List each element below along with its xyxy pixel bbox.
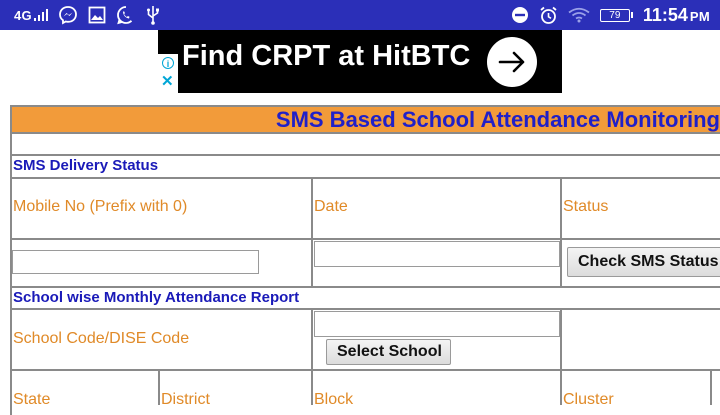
grid-line	[10, 286, 720, 288]
select-school-button[interactable]: Select School	[326, 339, 451, 365]
ad-info-icon[interactable]: i	[162, 57, 174, 69]
grid-line	[710, 369, 712, 405]
grid-line	[10, 177, 720, 179]
ad-banner[interactable]: i ✕ Find CRPT at HitBTC	[158, 30, 562, 93]
signal-icon: 4G	[14, 8, 48, 23]
ad-choices[interactable]: i ✕	[158, 54, 178, 93]
check-sms-status-button[interactable]: Check SMS Status	[567, 247, 720, 277]
clock-suffix: PM	[689, 8, 710, 24]
school-code-label: School Code/DISE Code	[13, 330, 190, 347]
report-section-heading: School wise Monthly Attendance Report	[13, 289, 300, 306]
date-input[interactable]	[314, 241, 560, 267]
grid-line	[560, 177, 562, 286]
battery-indicator: 79	[599, 8, 633, 22]
grid-line	[10, 132, 720, 134]
mobile-label: Mobile No (Prefix with 0)	[13, 198, 188, 215]
school-code-input[interactable]	[314, 311, 560, 337]
status-bar-right: 79 11:54 PM	[511, 0, 710, 30]
state-label: State	[13, 391, 51, 408]
ad-arrow-button[interactable]	[487, 37, 537, 87]
grid-line	[10, 369, 720, 371]
clock: 11:54 PM	[643, 5, 710, 26]
ad-headline[interactable]: Find CRPT at HitBTC	[182, 40, 470, 73]
battery-level: 79	[599, 8, 630, 22]
grid-line	[560, 308, 562, 405]
gallery-icon	[88, 6, 106, 24]
clock-time: 11:54	[642, 4, 688, 25]
messenger-icon	[58, 5, 78, 25]
wifi-icon	[568, 7, 590, 23]
grid-line	[158, 369, 160, 405]
page-title: SMS Based School Attendance Monitoring	[275, 107, 720, 132]
grid-line	[10, 154, 720, 156]
do-not-disturb-icon	[511, 6, 529, 24]
grid-line	[311, 308, 313, 405]
ad-close-icon[interactable]: ✕	[161, 74, 174, 89]
status-bar-left: 4G	[14, 0, 160, 30]
grid-line	[311, 177, 313, 286]
network-type: 4G	[14, 7, 32, 23]
mobile-input[interactable]	[12, 250, 259, 274]
grid-line	[10, 238, 720, 240]
usb-icon	[146, 5, 160, 25]
whatsapp-icon	[116, 5, 136, 25]
grid-line	[10, 308, 720, 310]
block-label: Block	[314, 391, 354, 408]
status-label: Status	[563, 198, 609, 215]
cluster-label: Cluster	[563, 391, 614, 408]
arrow-right-icon	[498, 51, 525, 73]
status-bar: 4G 79 11:54 PM	[0, 0, 720, 30]
battery-tip	[630, 12, 633, 18]
sms-section-heading: SMS Delivery Status	[13, 157, 159, 174]
title-bar: SMS Based School Attendance Monitoring	[12, 107, 720, 132]
date-label: Date	[314, 198, 348, 215]
district-label: District	[161, 391, 210, 408]
alarm-icon	[539, 6, 558, 25]
